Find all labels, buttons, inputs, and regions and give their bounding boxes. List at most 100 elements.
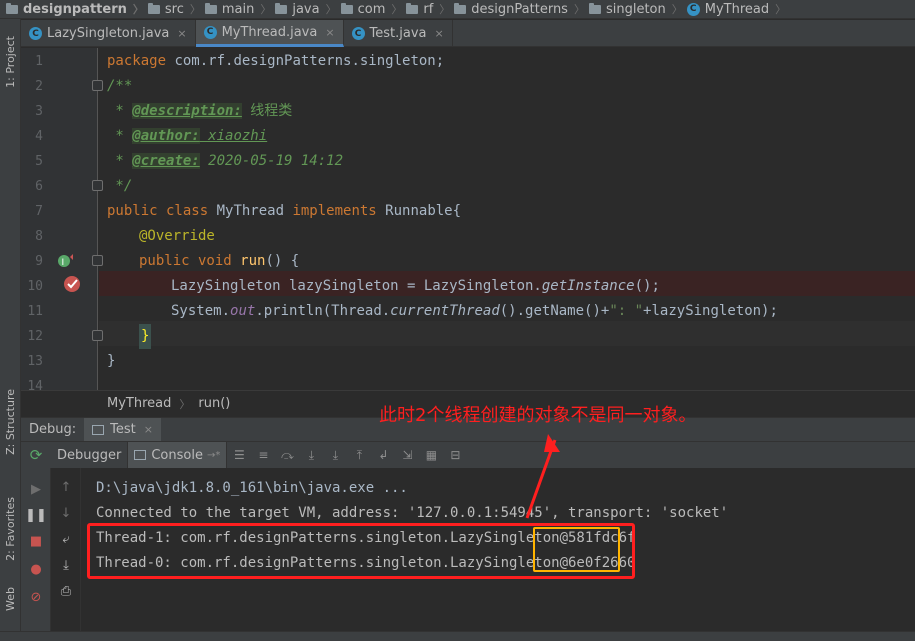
close-icon[interactable]: × [177,27,186,40]
debug-actions-column: ▶ ❚❚ ■ ● ⊘ [21,468,51,631]
console-tab-label: Console [151,447,203,463]
code-token: getInstance [541,278,635,294]
line-number: 12 [27,329,43,344]
fold-toggle-icon[interactable] [92,180,103,191]
code-line-12: } [139,324,152,349]
folder-icon [6,2,18,14]
pause-icon[interactable]: ❚❚ [21,508,51,523]
nav-crumb-project[interactable]: designpattern 〉 [6,1,144,17]
chevron-right-icon: 〉 [573,3,585,16]
view-breakpoints-icon[interactable]: ● [21,562,51,577]
nav-crumb-designpatterns[interactable]: designPatterns 〉 [454,1,585,17]
code-token: MyThread [208,203,293,219]
fold-toggle-icon[interactable] [92,255,103,266]
chevron-right-icon: 〉 [325,3,337,16]
close-icon[interactable]: × [435,27,444,40]
nav-crumb-label: main [221,1,255,17]
folder-icon [275,2,288,14]
structure-tool-label: Z: Structure [4,388,17,455]
editor-gutter[interactable]: 1 2 3 4 5 6 7 8 9 10 11 12 13 14 I [21,48,103,390]
nav-crumb-src[interactable]: src 〉 [147,1,201,17]
current-line-highlight [99,321,915,346]
tab-mythread[interactable]: C MyThread.java × [195,20,344,47]
line-number: 14 [27,379,43,390]
nav-crumb-com[interactable]: com 〉 [340,1,403,17]
debugger-tab-label: Debugger [57,447,122,463]
project-tool-tab[interactable]: 1: Project [0,27,21,97]
evaluate-expression-icon[interactable]: ▦ [424,448,438,462]
code-editor[interactable]: 1 2 3 4 5 6 7 8 9 10 11 12 13 14 I packa… [21,48,915,390]
nav-crumb-label: MyThread [704,1,770,17]
tab-console[interactable]: Console →* [128,441,228,469]
stop-icon[interactable]: ■ [21,534,51,549]
breadcrumb-method[interactable]: run() [198,396,230,411]
code-token: * [107,103,133,119]
line-number: 10 [27,279,43,294]
console-icon [134,450,147,460]
line-number: 13 [27,354,43,369]
close-icon[interactable]: × [144,423,153,436]
web-tool-tab[interactable]: Web [0,579,21,619]
favorites-tool-tab[interactable]: 2: Favorites [0,481,21,576]
code-token: run [231,253,266,269]
soft-wrap-icon[interactable]: ⤶ [51,532,81,547]
line-number: 11 [27,304,43,319]
menu-icon[interactable]: ☰ [232,448,246,462]
show-execution-point-icon[interactable]: ≡ [256,448,270,462]
class-icon: C [203,25,217,39]
scroll-to-end-icon[interactable]: ⤓ [51,558,81,573]
nav-crumb-singleton[interactable]: singleton 〉 [588,1,683,17]
down-arrow-icon[interactable]: ↓ [51,506,81,521]
step-into-icon[interactable]: ⤓ [304,448,318,462]
code-token: 线程类 [241,103,293,119]
print-icon[interactable]: ⎙ [51,584,81,599]
close-icon[interactable]: × [325,26,334,39]
javadoc-tag: @author: [132,128,200,144]
nav-crumb-label: designPatterns [471,1,568,17]
chevron-right-icon: 〉 [260,3,272,16]
code-line-6: */ [107,178,133,194]
structure-tool-tab[interactable]: Z: Structure [0,379,21,464]
breadcrumb-class[interactable]: MyThread [107,396,171,411]
fold-toggle-icon[interactable] [92,80,103,91]
class-icon: C [29,27,42,40]
chevron-right-icon: 〉 [391,3,403,16]
step-over-icon[interactable]: ⤼ [280,448,294,462]
nav-crumb-mythread[interactable]: C MyThread 〉 [686,1,786,17]
nav-crumb-rf[interactable]: rf 〉 [406,1,450,17]
trace-icon[interactable]: ⊟ [448,448,462,462]
chevron-right-icon: 〉 [439,3,451,16]
chevron-right-icon: 〉 [179,397,191,411]
pin-icon[interactable]: →* [207,450,220,461]
rerun-icon[interactable]: ⟳ [21,446,51,464]
run-to-cursor-icon[interactable]: ⇲ [400,448,414,462]
step-out-icon[interactable]: ⤒ [352,448,366,462]
debug-session-tab[interactable]: Test × [84,417,161,442]
force-step-into-icon[interactable]: ⤓ [328,448,342,462]
implements-method-icon[interactable]: I [57,253,75,271]
nav-crumb-main[interactable]: main 〉 [204,1,272,17]
resume-icon[interactable]: ▶ [21,482,51,497]
fold-toggle-icon[interactable] [92,330,103,341]
tab-label: MyThread.java [221,24,318,40]
tab-debugger[interactable]: Debugger [51,441,129,469]
drop-frame-icon[interactable]: ↲ [376,448,390,462]
chevron-right-icon: 〉 [671,3,683,16]
up-arrow-icon[interactable]: ↑ [51,480,81,495]
code-token: com.rf.designPatterns.singleton; [166,53,445,69]
nav-crumb-label: src [164,1,184,17]
nav-crumb-java[interactable]: java 〉 [275,1,337,17]
breakpoint-icon[interactable] [63,274,83,294]
svg-text:I: I [62,258,65,268]
folder-icon [454,2,467,14]
tab-lazysingleton[interactable]: C LazySingleton.java × [21,20,196,47]
tab-test[interactable]: C Test.java × [344,20,453,47]
line-number: 7 [35,204,43,219]
code-token: System. [171,303,231,319]
annotation-orange-box [533,527,620,572]
line-number: 8 [35,229,43,244]
mute-breakpoints-icon[interactable]: ⊘ [21,590,51,605]
line-number: 9 [35,254,43,269]
code-token: xiaozhi [199,128,268,144]
code-line-5: * @create: 2020-05-19 14:12 [107,149,343,174]
